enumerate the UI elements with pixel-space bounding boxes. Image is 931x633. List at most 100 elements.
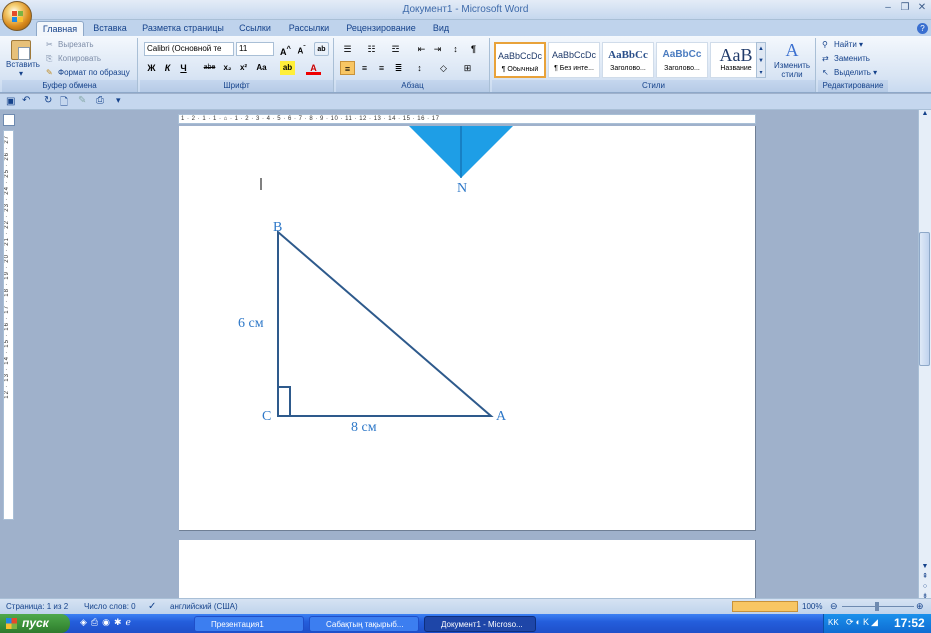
office-button[interactable] — [2, 1, 32, 31]
style-heading-2[interactable]: AaBbCc Заголово... — [656, 42, 708, 78]
draw-icon[interactable]: ✎ — [78, 95, 86, 106]
tab-references[interactable]: Ссылки — [234, 21, 276, 37]
replace-button[interactable]: ⇄ Заменить — [822, 54, 870, 64]
sort-button[interactable]: ↕ — [448, 42, 463, 56]
language-indicator[interactable]: английский (США) — [170, 602, 238, 611]
paste-icon — [11, 40, 31, 60]
view-buttons[interactable] — [732, 601, 798, 612]
paste-button[interactable]: Вставить ▾ — [6, 40, 40, 78]
zoom-out-icon[interactable]: ⊖ — [830, 601, 838, 612]
help-icon[interactable]: ? — [917, 23, 928, 34]
cut-button[interactable]: ✂ Вырезать — [46, 40, 94, 50]
grow-font-button[interactable]: A^ — [278, 42, 293, 57]
quick-launch-icons[interactable]: ◈⎙◉✱ℯ — [80, 617, 135, 628]
shading-button[interactable]: ◇ — [436, 61, 451, 75]
align-center-button[interactable]: ≡ — [357, 61, 372, 75]
bullets-button[interactable]: ☰ — [340, 42, 355, 56]
binoculars-icon: ⚲ — [822, 40, 828, 49]
ruler-toggle-button[interactable] — [3, 114, 15, 126]
horizontal-ruler[interactable]: 1 · 2 · 1 · 1 · ⌂ · 1 · 2 · 3 · 4 · 5 · … — [178, 114, 756, 124]
close-button[interactable]: ✕ — [914, 2, 930, 16]
justify-button[interactable]: ≣ — [391, 61, 406, 75]
highlight-button[interactable]: ab — [280, 61, 295, 75]
font-size-select[interactable]: 11 — [236, 42, 274, 56]
style-preview: AaB — [719, 45, 753, 65]
align-right-button[interactable]: ≡ — [374, 61, 389, 75]
style-normal[interactable]: AaBbCcDc ¶ Обычный — [494, 42, 546, 78]
scissors-icon: ✂ — [46, 40, 53, 49]
clear-format-button[interactable]: ab — [314, 42, 329, 56]
vertical-ruler[interactable]: 12 · 13 · 14 · 15 · 16 · 17 · 18 · 19 · … — [3, 130, 14, 520]
shrink-font-button[interactable]: Aˇ — [294, 42, 309, 56]
font-name-select[interactable]: Calibri (Основной те — [144, 42, 234, 56]
tab-mailings[interactable]: Рассылки — [284, 21, 334, 37]
ribbon-tabs: Главная Вставка Разметка страницы Ссылки… — [0, 20, 931, 37]
new-document-icon[interactable]: 🗋 — [60, 95, 68, 112]
start-button[interactable]: пуск — [0, 614, 70, 633]
undo-icon[interactable]: ↶ — [22, 95, 30, 106]
styles-group: AaBbCcDc ¶ Обычный AaBbCcDc ¶ Без инте... … — [492, 38, 816, 92]
style-no-spacing[interactable]: AaBbCcDc ¶ Без инте... — [548, 42, 600, 78]
find-button[interactable]: ⚲ Найти ▾ — [822, 40, 863, 50]
subscript-button[interactable]: x₂ — [220, 61, 235, 75]
style-name: ¶ Обычный — [501, 66, 539, 73]
restore-button[interactable]: ❐ — [897, 2, 913, 16]
tray-icons[interactable]: ⟳◐K◢ — [846, 617, 880, 628]
print-icon[interactable]: ⎙ — [96, 95, 104, 106]
page-count[interactable]: Страница: 1 из 2 — [6, 602, 68, 611]
change-styles-button[interactable]: A Изменить стили — [770, 40, 814, 79]
task-word-document[interactable]: Документ1 - Microso... — [424, 616, 536, 632]
select-button[interactable]: ↖ Выделить ▾ — [822, 68, 877, 78]
scroll-up-icon[interactable]: ▲ — [920, 110, 930, 122]
strikethrough-button[interactable]: abe — [202, 61, 217, 75]
align-left-button[interactable]: ≡ — [340, 61, 355, 75]
tab-home[interactable]: Главная — [36, 21, 84, 37]
font-color-button[interactable]: A — [306, 61, 321, 75]
style-heading-1[interactable]: AaBbCc Заголово... — [602, 42, 654, 78]
tab-view[interactable]: Вид — [428, 21, 454, 37]
proofing-icon[interactable]: ✓ — [148, 601, 156, 612]
scroll-down-icon[interactable]: ▼ ⇞ ○ ⇟ — [920, 562, 930, 602]
show-marks-button[interactable]: ¶ — [466, 42, 481, 56]
style-preview: AaBbCc — [662, 49, 702, 60]
zoom-in-icon[interactable]: ⊕ — [916, 601, 924, 612]
borders-button[interactable]: ⊞ — [460, 61, 475, 75]
redo-icon[interactable]: ↻ — [44, 95, 52, 106]
line-spacing-button[interactable]: ↕ — [412, 61, 427, 75]
copy-button[interactable]: ⎘ Копировать — [46, 54, 101, 64]
tab-review[interactable]: Рецензирование — [342, 21, 420, 37]
style-title[interactable]: AaB Название — [710, 42, 762, 78]
paragraph-group-label: Абзац — [336, 80, 489, 92]
decrease-indent-button[interactable]: ⇤ — [414, 42, 429, 56]
increase-indent-button[interactable]: ⇥ — [430, 42, 445, 56]
zoom-slider-handle[interactable] — [875, 602, 879, 611]
tab-page-layout[interactable]: Разметка страницы — [140, 21, 226, 37]
ribbon: Вставить ▾ ✂ Вырезать ⎘ Копировать ✎ Формат … — [0, 36, 931, 93]
right-triangle[interactable] — [277, 229, 494, 417]
font-group-label: Шрифт — [140, 80, 333, 92]
superscript-button[interactable]: x² — [236, 61, 251, 75]
zoom-level[interactable]: 100% — [802, 602, 822, 611]
input-language[interactable]: KK — [828, 618, 839, 627]
tab-insert[interactable]: Вставка — [88, 21, 132, 37]
change-case-button[interactable]: Aa — [254, 61, 269, 75]
styles-scroll[interactable]: ▲ ▼ ▾ — [756, 42, 766, 78]
task-presentation[interactable]: Презентация1 — [194, 616, 304, 632]
clipboard-group-label: Буфер обмена — [2, 80, 137, 92]
document-page-2[interactable] — [179, 540, 756, 600]
scroll-thumb[interactable] — [919, 232, 930, 366]
customize-qat-icon[interactable]: ▾ — [116, 95, 121, 106]
minimize-button[interactable]: – — [880, 2, 896, 16]
save-icon[interactable]: ▣ — [6, 96, 15, 107]
task-lesson-doc[interactable]: Сабақтың тақырыб... — [309, 616, 419, 632]
bold-button[interactable]: Ж — [144, 61, 159, 75]
italic-button[interactable]: К — [160, 61, 175, 75]
underline-button[interactable]: Ч — [176, 61, 191, 75]
editing-group-label: Редактирование — [818, 80, 888, 92]
replace-icon: ⇄ — [822, 54, 829, 63]
multilevel-list-button[interactable]: ☲ — [388, 42, 403, 56]
format-painter-button[interactable]: ✎ Формат по образцу — [46, 68, 130, 78]
numbering-button[interactable]: ☷ — [364, 42, 379, 56]
word-count[interactable]: Число слов: 0 — [84, 602, 136, 611]
document-page[interactable]: N B C A 6 см 8 см — [179, 126, 756, 531]
